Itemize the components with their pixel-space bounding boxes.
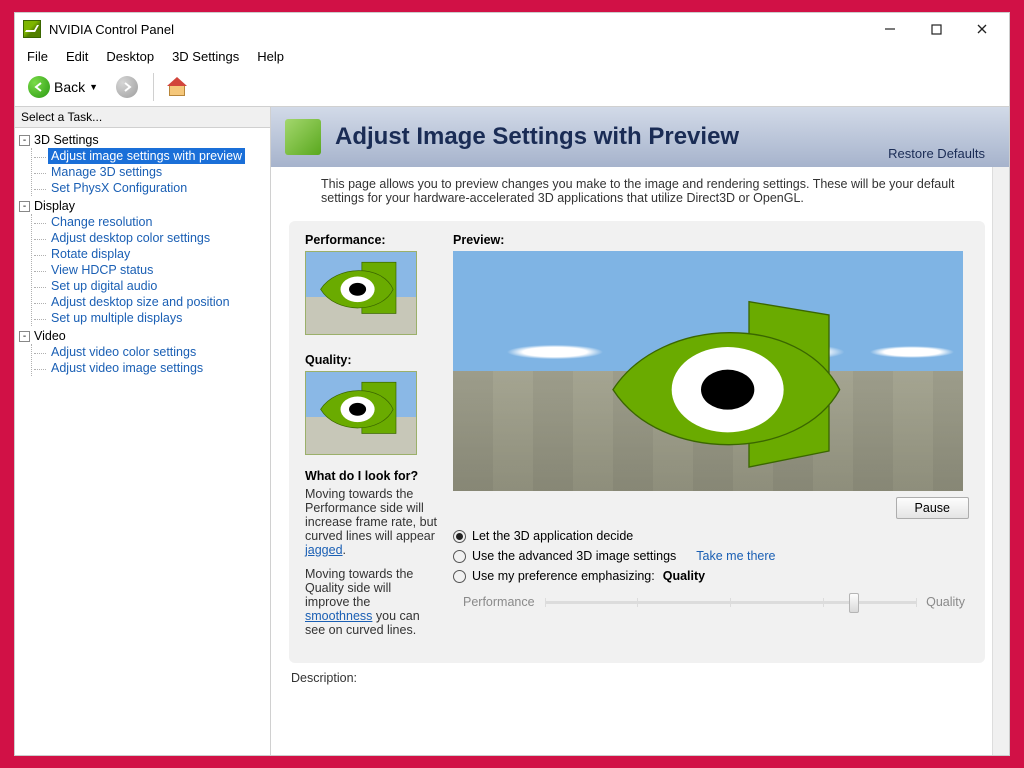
right-column: Preview: Pause [453, 231, 969, 647]
window-controls [867, 15, 1005, 43]
back-label: Back [54, 79, 85, 95]
minimize-button[interactable] [867, 15, 913, 43]
smoothness-link[interactable]: smoothness [305, 609, 372, 623]
titlebar[interactable]: NVIDIA Control Panel [15, 13, 1009, 45]
tree-item[interactable]: Adjust video image settings [48, 360, 206, 376]
home-icon [169, 79, 187, 95]
menu-edit[interactable]: Edit [58, 47, 96, 66]
sidebar: Select a Task... -3D SettingsAdjust imag… [15, 107, 271, 755]
whatfor-heading: What do I look for? [305, 469, 437, 483]
quality-preview [305, 371, 417, 455]
tree-category[interactable]: Display [34, 199, 75, 213]
page-title: Adjust Image Settings with Preview [335, 123, 739, 151]
menu-help[interactable]: Help [249, 47, 292, 66]
tree-item[interactable]: Set up multiple displays [48, 310, 185, 326]
option-advanced-settings[interactable]: Use the advanced 3D image settings Take … [453, 549, 969, 563]
preference-slider[interactable]: Performance Quality [463, 595, 965, 609]
performance-preview [305, 251, 417, 335]
tree-toggle[interactable]: - [19, 135, 30, 146]
radio-icon [453, 550, 466, 563]
tree-item[interactable]: Manage 3D settings [48, 164, 165, 180]
maximize-icon [931, 24, 942, 35]
tree-item[interactable]: Change resolution [48, 214, 155, 230]
slider-thumb[interactable] [849, 593, 859, 613]
task-tree: -3D SettingsAdjust image settings with p… [15, 128, 270, 382]
menu-3d-settings[interactable]: 3D Settings [164, 47, 247, 66]
preview-viewport [453, 251, 963, 491]
forward-arrow-icon [116, 76, 138, 98]
tree-item[interactable]: Set PhysX Configuration [48, 180, 190, 196]
description-label: Description: [291, 671, 1009, 685]
close-icon [976, 23, 988, 35]
radio-icon [453, 570, 466, 583]
page-intro: This page allows you to preview changes … [271, 167, 1009, 215]
home-button[interactable] [162, 74, 194, 100]
tree-item[interactable]: Adjust desktop size and position [48, 294, 233, 310]
menu-file[interactable]: File [19, 47, 56, 66]
performance-label: Performance: [305, 233, 437, 247]
window-title: NVIDIA Control Panel [49, 22, 174, 37]
pause-button[interactable]: Pause [896, 497, 969, 519]
preference-options: Let the 3D application decide Use the ad… [453, 529, 969, 583]
toolbar-separator [153, 73, 154, 101]
page-header-icon [285, 119, 321, 155]
quality-label: Quality: [305, 353, 437, 367]
minimize-icon [884, 23, 896, 35]
option-my-preference[interactable]: Use my preference emphasizing: Quality [453, 569, 969, 583]
jagged-link[interactable]: jagged [305, 543, 343, 557]
pause-row: Pause [453, 497, 969, 519]
what-do-i-look-for: What do I look for? Moving towards the P… [305, 469, 437, 637]
take-me-there-link[interactable]: Take me there [696, 549, 775, 563]
menubar: File Edit Desktop 3D Settings Help [15, 45, 1009, 67]
preview-label: Preview: [453, 233, 969, 247]
whatfor-p2: Moving towards the Quality side will imp… [305, 567, 437, 637]
tree-item[interactable]: Rotate display [48, 246, 133, 262]
whatfor-p1: Moving towards the Performance side will… [305, 487, 437, 557]
slider-right-label: Quality [926, 595, 965, 609]
scrollbar[interactable] [992, 107, 1009, 755]
forward-button[interactable] [109, 71, 145, 103]
chevron-down-icon: ▼ [89, 82, 98, 92]
tree-toggle[interactable]: - [19, 331, 30, 342]
slider-track[interactable] [545, 601, 917, 604]
workarea: Select a Task... -3D SettingsAdjust imag… [15, 107, 1009, 755]
settings-panel: Performance: Quality: [289, 221, 985, 663]
back-button[interactable]: Back ▼ [21, 71, 105, 103]
menu-desktop[interactable]: Desktop [98, 47, 162, 66]
back-arrow-icon [28, 76, 50, 98]
tree-item[interactable]: Set up digital audio [48, 278, 160, 294]
page-header: Adjust Image Settings with Preview Resto… [271, 107, 1009, 167]
restore-defaults-link[interactable]: Restore Defaults [888, 146, 985, 161]
maximize-button[interactable] [913, 15, 959, 43]
tree-item[interactable]: View HDCP status [48, 262, 156, 278]
window-frame: NVIDIA Control Panel File Edit Desktop 3… [14, 12, 1010, 756]
nvidia-icon [23, 20, 41, 38]
tree-category[interactable]: Video [34, 329, 66, 343]
option-app-decide[interactable]: Let the 3D application decide [453, 529, 969, 543]
slider-left-label: Performance [463, 595, 535, 609]
radio-icon [453, 530, 466, 543]
main-panel: Adjust Image Settings with Preview Resto… [271, 107, 1009, 755]
tree-item[interactable]: Adjust video color settings [48, 344, 199, 360]
toolbar: Back ▼ [15, 67, 1009, 107]
tree-item[interactable]: Adjust desktop color settings [48, 230, 213, 246]
tree-item[interactable]: Adjust image settings with preview [48, 148, 245, 164]
sidebar-title: Select a Task... [15, 107, 270, 128]
left-column: Performance: Quality: [305, 231, 437, 647]
tree-category[interactable]: 3D Settings [34, 133, 99, 147]
close-button[interactable] [959, 15, 1005, 43]
tree-toggle[interactable]: - [19, 201, 30, 212]
